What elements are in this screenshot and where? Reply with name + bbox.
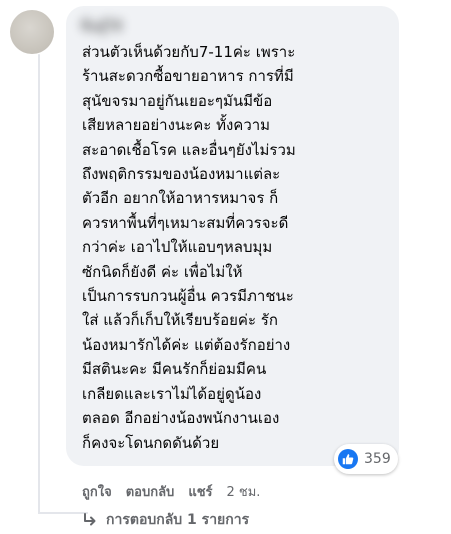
like-icon [338,449,358,469]
view-replies-label: การตอบกลับ 1 รายการ [106,512,250,528]
comment-line: ก็คงจะโดนกดดันด้วย [82,433,220,452]
comment-line: ใส่ แล้วก็เก็บให้เรียบร้อยค่ะ รัก [82,311,278,330]
comment-line: ควรหาพื้นที่ๆเหมาะสมที่ควรจะดี [82,213,289,232]
comment-line: ส่วนตัวเห็นด้วยกับ7-11ค่ะ เพราะ [82,43,296,61]
comment-line: เสียหลายอย่างนะคะ ทั้งความ [82,116,271,135]
comment-text: ส่วนตัวเห็นด้วยกับ7-11ค่ะ เพราะ ร้านสะดว… [82,40,378,455]
author-name[interactable]: ชื่อผู้ใช้ [80,16,280,38]
comment-actions: ถูกใจ ตอบกลับ แชร์ 2 ชม. [82,480,260,502]
thread-line [38,54,40,514]
comment-line: เป็นการรบกวนผู้อื่น ควรมีภาชนะ [82,287,294,306]
comment-line: ร้านสะดวกซื้อขายอาหาร การที่มี [82,67,294,86]
comment-line: น้องหมารักได้ค่ะ แต่ต้องรักอย่าง [82,335,291,354]
avatar[interactable] [10,10,54,54]
share-button[interactable]: แชร์ [188,481,212,502]
reaction-count: 359 [364,451,391,467]
comment-line: ตัวอีก อยากให้อาหารหมาจร ก็ [82,189,279,208]
view-replies-link[interactable]: การตอบกลับ 1 รายการ [82,508,249,532]
comment-line: ซักนิดก็ยังดี ค่ะ เพื่อไม่ให้ [82,262,243,281]
thread-connector [38,512,88,514]
like-button[interactable]: ถูกใจ [82,481,112,502]
reply-arrow-icon [84,513,96,526]
comment-line: ตลอด อีกอย่างน้องพนักงานเอง [82,409,280,428]
comment-line: สะอาดเชื้อโรค และอื่นๆยังไม่รวม [82,140,296,159]
comment-line: เกลียดและเราไม่ได้อยู่ดูน้อง [82,384,262,403]
comment-line: กว่าค่ะ เอาไปให้แอบๆหลบมุม [82,238,273,257]
reaction-summary[interactable]: 359 [334,444,398,474]
comment-timestamp[interactable]: 2 ชม. [227,481,261,502]
comment-line: สุนัขจรมาอยู่กันเยอะๆมันมีข้อ [82,91,273,110]
comment-bubble: ชื่อผู้ใช้ ส่วนตัวเห็นด้วยกับ7-11ค่ะ เพร… [66,6,399,466]
reply-button[interactable]: ตอบกลับ [126,481,175,502]
comment-line: มีสตินะคะ มีคนรักก็ย่อมมีคน [82,360,267,379]
comment-line: ถึงพฤติกรรมของน้องหมาแต่ละ [82,165,281,184]
